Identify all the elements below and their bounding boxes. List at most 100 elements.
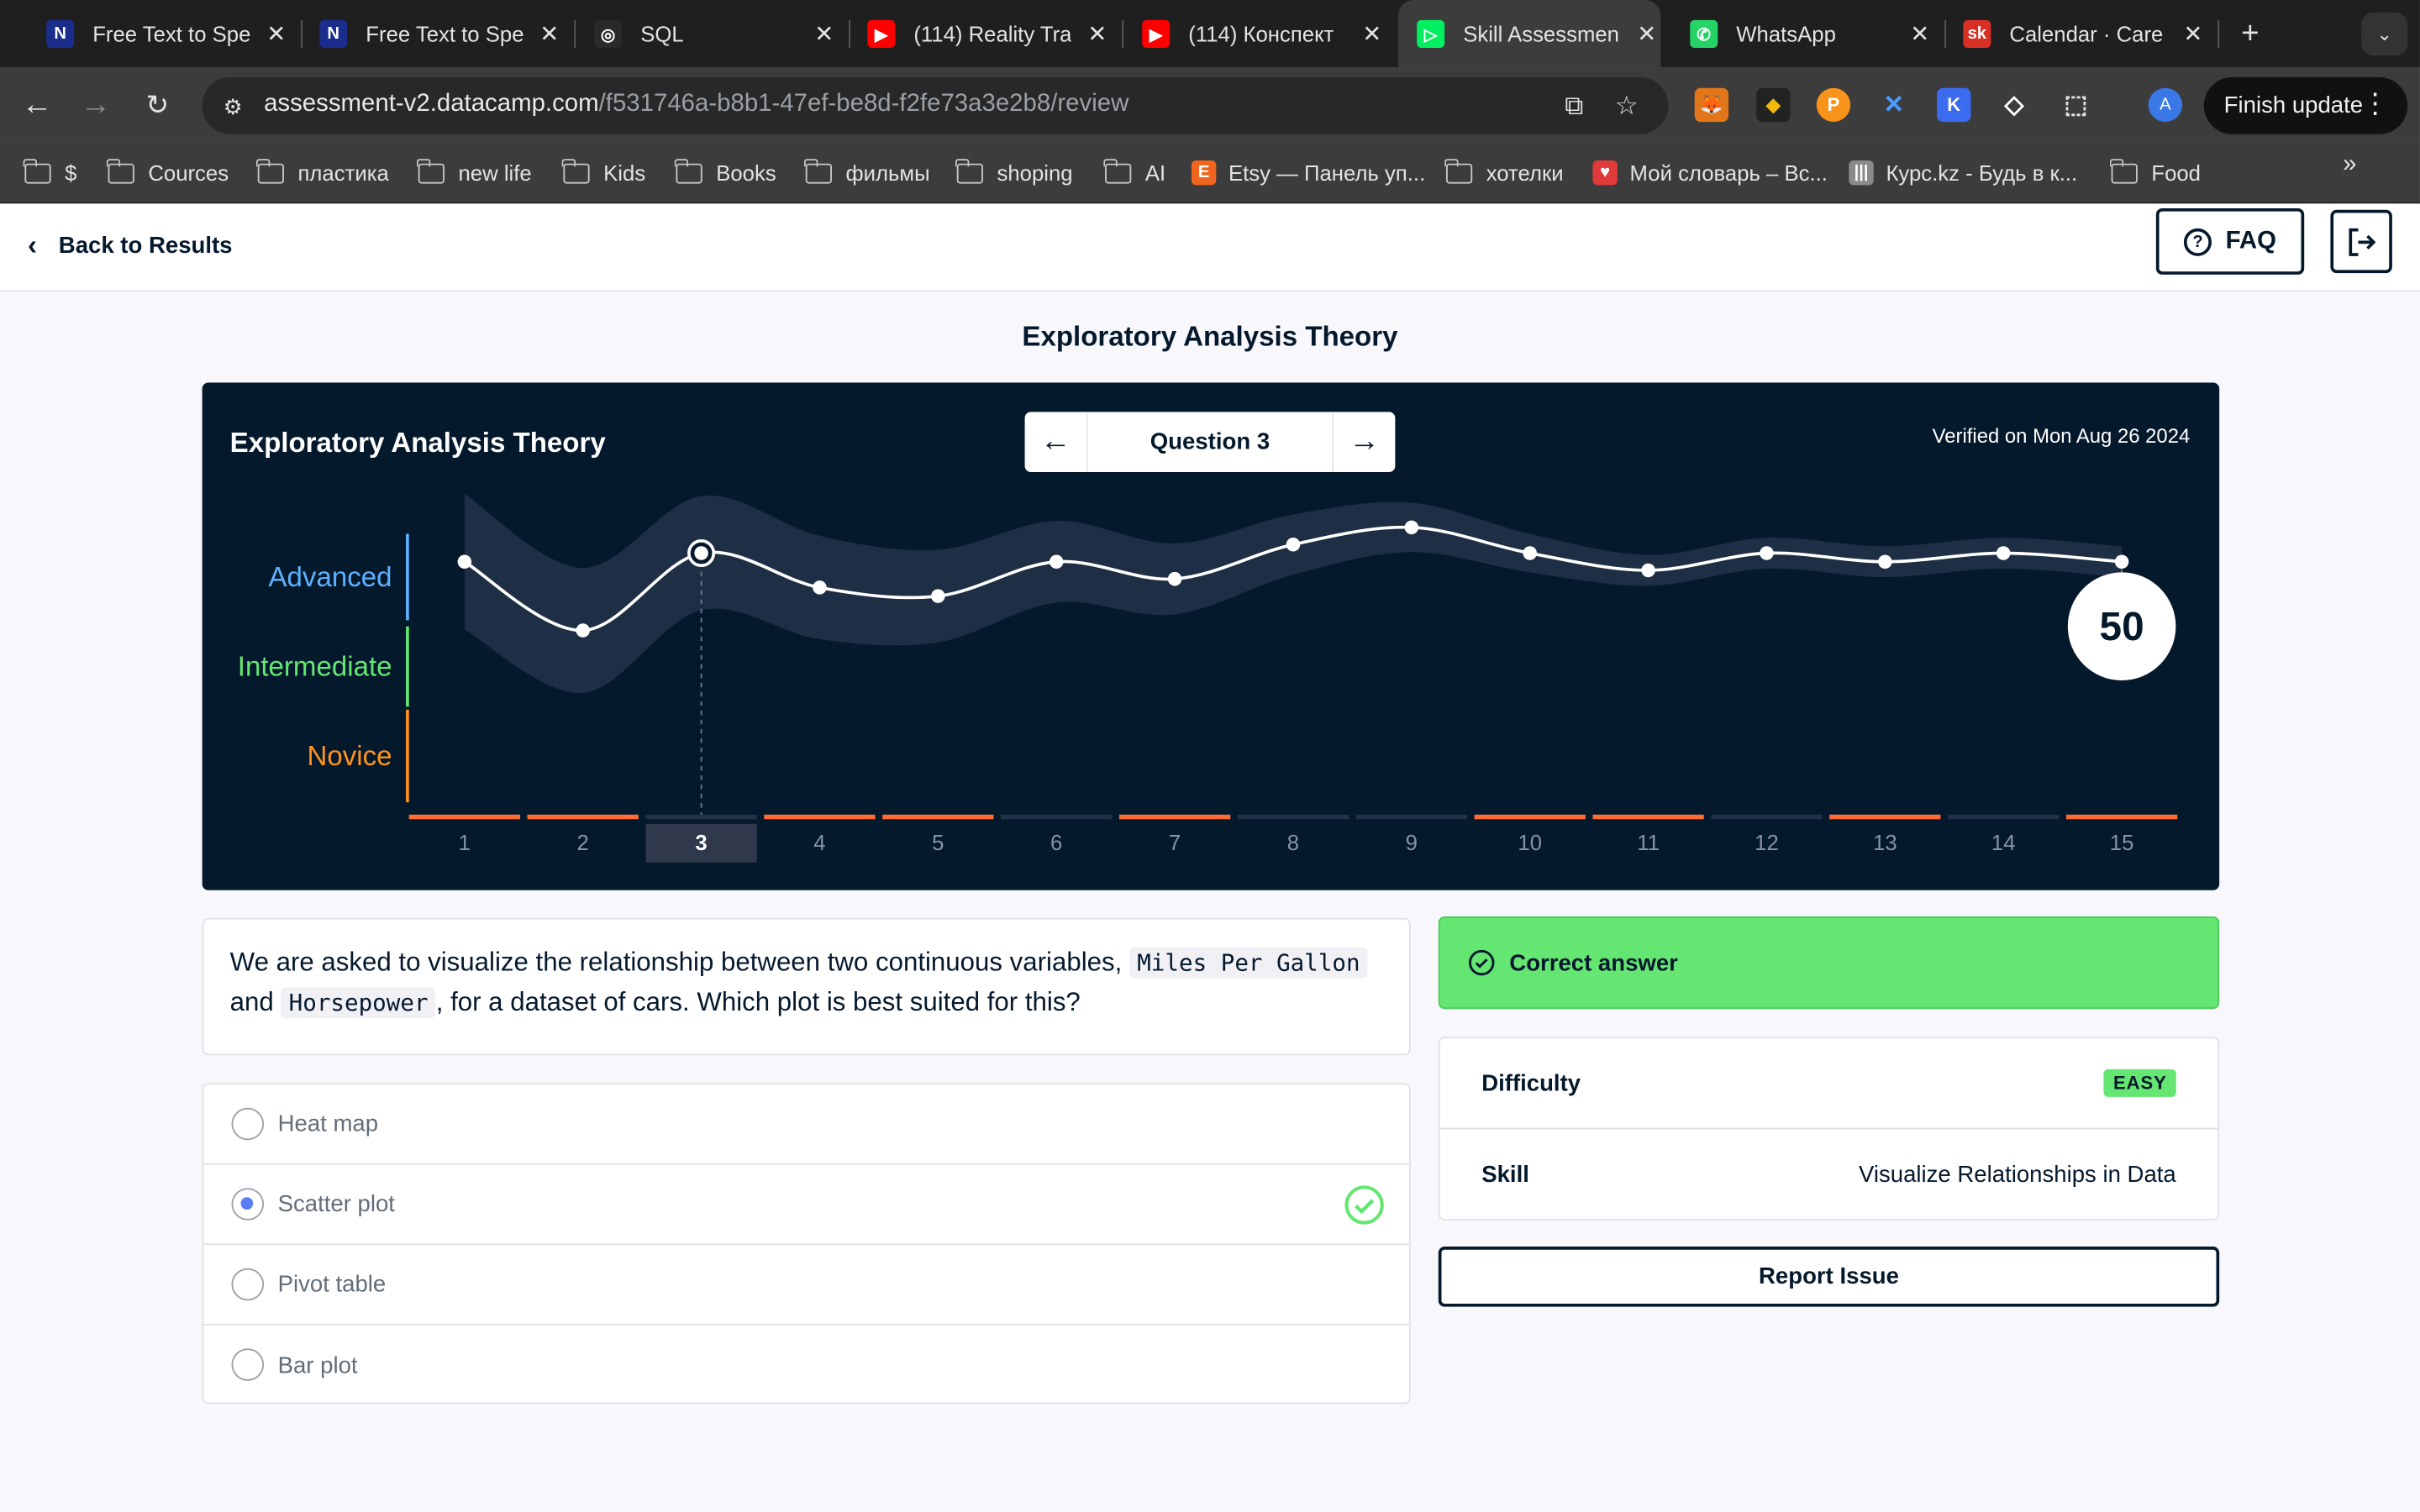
question-navigator: ← Question 3 → [1024,412,1396,473]
profile-avatar[interactable]: A [2148,87,2183,123]
bookmark-star-icon[interactable]: ☆ [1610,90,1644,123]
data-point [1760,546,1774,560]
bookmark-label: фильмы [845,160,930,186]
forward-nav-button[interactable]: → [76,85,116,125]
answer-option[interactable]: Bar plot [203,1326,1408,1406]
option-label: Scatter plot [277,1190,395,1218]
data-point [1286,538,1301,552]
code-horsepower: Horsepower [281,987,436,1019]
back-to-results-link[interactable]: ‹ Back to Results [28,227,232,264]
bookmark-item[interactable]: Food [2110,157,2201,188]
data-point [1523,546,1537,560]
answer-option[interactable]: Scatter plot [203,1165,1409,1246]
bookmarks-bar: $ Cources пластика new life Kids Books фильмы s… [0,141,2420,204]
bookmark-item[interactable]: AI [1103,157,1166,188]
reload-button[interactable]: ↻ [137,85,177,125]
tab-close-icon[interactable]: ✕ [808,18,839,50]
menu-dots-icon[interactable]: ⋮ [2361,88,2389,121]
tab-favicon-icon: sk [1963,19,1991,48]
coin-extension-icon[interactable]: P [1816,87,1851,123]
x-tick-label: 6 [1050,832,1062,855]
bookmark-item[interactable]: Kids [562,157,646,188]
tab-close-icon[interactable]: ✕ [1631,18,1662,50]
browser-tab[interactable]: sk Calendar · Care [1963,0,2186,68]
question-status-bar [2065,814,2178,820]
tab-separator [1944,19,1947,48]
tab-title: Free Text to Spe [366,21,524,47]
bookmark-item[interactable]: ||| Курс.kz - Будь в к... [1849,157,2077,188]
address-bar[interactable]: ⚙ assessment-v2.datacamp.com/f531746a-b8… [202,76,1669,134]
data-point [1641,563,1655,578]
browser-tab[interactable]: N Free Text to Spe [46,0,270,68]
browser-tab[interactable]: ▷ Skill Assessmen [1417,0,1640,68]
bookmark-item[interactable]: E Etsy — Панель уп... [1191,157,1425,188]
translator-extension-icon[interactable]: ✕ [1876,88,1910,122]
bookmark-item[interactable]: Books [675,157,776,188]
bookmark-item[interactable]: пластика [256,157,389,188]
prev-question-arrow-icon[interactable]: ← [1025,412,1086,472]
report-issue-button[interactable]: Report Issue [1438,1247,2220,1307]
bookmark-item[interactable]: ♥ Мой словарь – Вс... [1592,157,1828,188]
x-tick-label: 10 [1518,832,1542,855]
browser-tab[interactable]: ✆ WhatsApp [1690,0,1913,68]
next-question-arrow-icon[interactable]: → [1334,412,1395,472]
radio-button[interactable] [231,1348,265,1381]
binance-extension-icon[interactable]: ◆ [1756,87,1791,123]
url-text[interactable]: assessment-v2.datacamp.com/f531746a-b8b1… [264,91,1128,118]
back-nav-button[interactable]: ← [17,85,57,125]
browser-tab[interactable]: ▶ (114) Reality Tra [867,0,1091,68]
new-tab-button[interactable]: + [2233,16,2267,50]
tab-close-icon[interactable]: ✕ [260,18,292,50]
browser-tab[interactable]: ◎ SQL [594,0,818,68]
skill-value: Visualize Relationships in Data [1858,1162,2176,1189]
metamask-extension-icon[interactable]: 🦊 [1694,87,1729,123]
bookmark-item[interactable]: $ [24,157,76,188]
tab-close-icon[interactable]: ✕ [1356,18,1387,50]
question-status-bar [1355,814,1467,820]
level-label: Novice [308,741,392,772]
diamond-extension-icon[interactable]: ◇ [1997,88,2031,122]
score-confidence-band [464,493,2123,694]
tab-close-icon[interactable]: ✕ [2178,18,2209,50]
chevron-left-icon: ‹ [28,228,38,260]
tab-search-button[interactable]: ⌄ [2361,12,2408,56]
data-point [1878,554,1892,570]
tab-close-icon[interactable]: ✕ [1904,18,1935,50]
radio-button[interactable] [231,1268,265,1301]
bookmark-label: Cources [148,160,229,186]
answer-option[interactable]: Pivot table [203,1245,1409,1326]
tab-close-icon[interactable]: ✕ [534,18,565,50]
question-status-bar [1001,814,1113,820]
bookmark-label: new life [458,160,532,186]
folder-icon [256,158,284,183]
extensions-puzzle-icon[interactable]: ⬚ [2059,88,2092,122]
browser-tab[interactable]: N Free Text to Spe [319,0,543,68]
bookmark-label: Food [2151,160,2201,186]
bookmark-item[interactable]: хотелки [1444,157,1564,188]
question-status-bar [408,814,520,820]
finish-update-button[interactable]: Finish update ⋮ [2203,76,2408,134]
faq-button[interactable]: ? FAQ [2155,207,2305,275]
bookmark-label: Kids [603,160,646,186]
tab-favicon-icon: N [319,19,348,48]
bookmark-item[interactable]: Cources [107,157,229,188]
site-info-icon[interactable]: ⚙ [218,91,249,122]
bookmark-item[interactable]: shoping [955,157,1073,188]
browser-tab[interactable]: ▶ (114) Конспект [1142,0,1365,68]
k-extension-icon[interactable]: K [1937,87,1971,123]
tab-favicon-icon: ✆ [1690,19,1718,48]
folder-icon [1103,158,1132,183]
exit-button[interactable] [2330,209,2392,274]
radio-button[interactable] [231,1188,265,1221]
bookmark-favicon-icon: ||| [1849,160,1874,186]
tab-close-icon[interactable]: ✕ [1082,18,1113,50]
bookmarks-overflow-icon[interactable]: » [2343,151,2356,179]
translate-icon[interactable]: ⧉ [1557,90,1591,123]
answer-option[interactable]: Heat map [203,1084,1409,1165]
option-label: Heat map [277,1110,379,1137]
bookmark-item[interactable]: фильмы [804,157,930,188]
data-point-current-inner [694,546,708,560]
bookmark-label: AI [1144,160,1166,186]
bookmark-item[interactable]: new life [417,157,532,188]
radio-button[interactable] [231,1107,265,1141]
